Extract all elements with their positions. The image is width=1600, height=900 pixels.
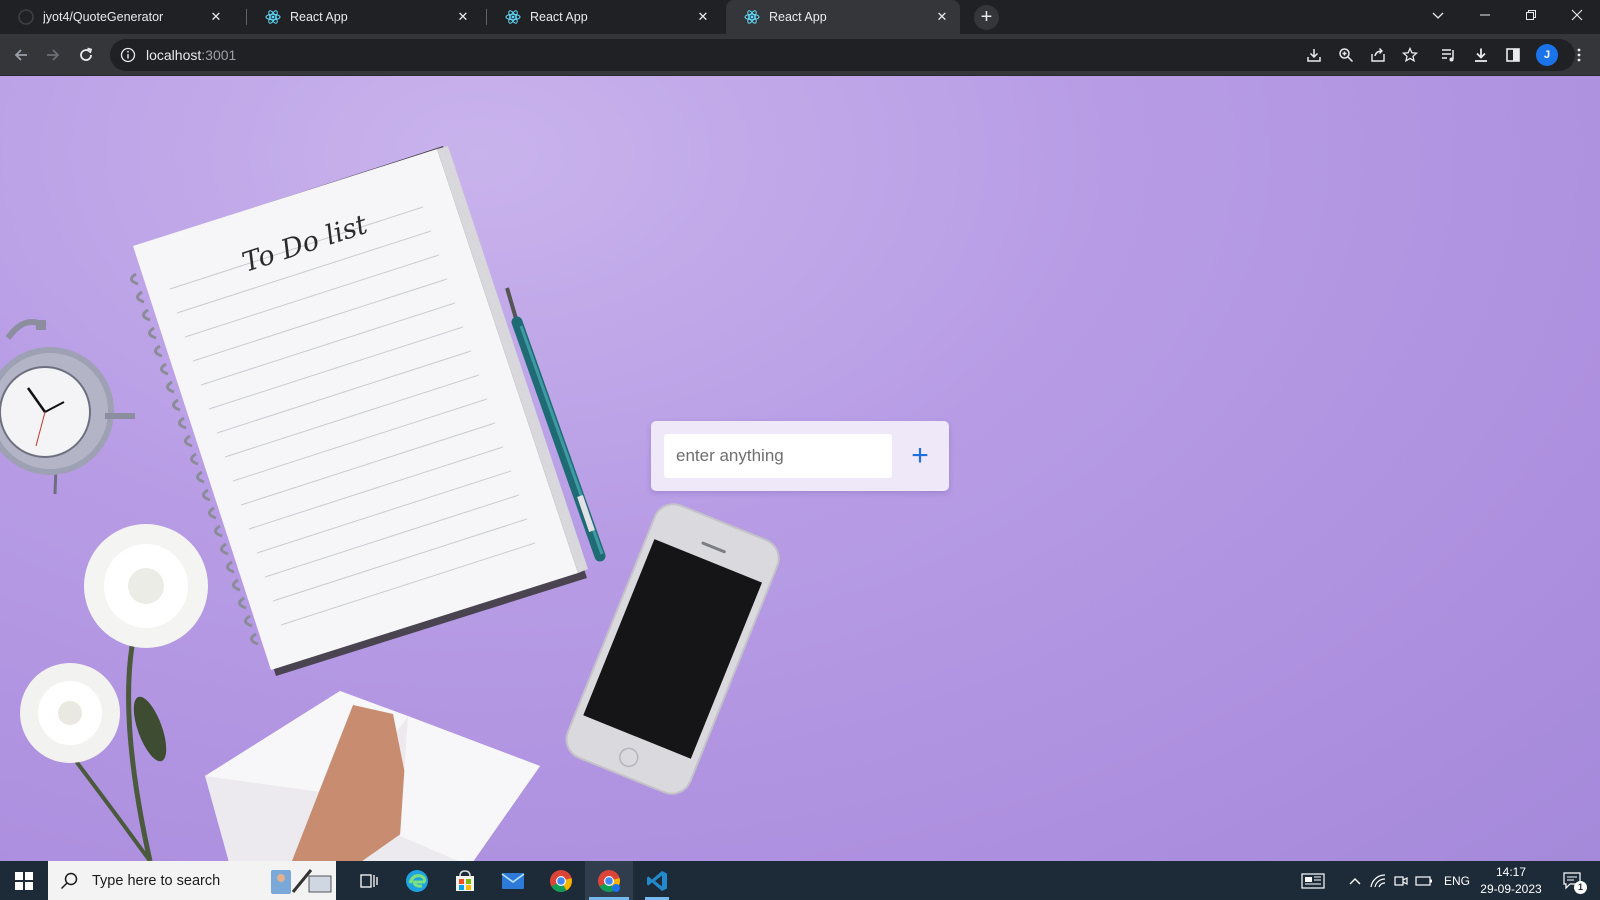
tab-github[interactable]: jyot4/QuoteGenerator ✕ <box>0 0 234 34</box>
info-icon[interactable] <box>120 47 136 63</box>
chevron-down-icon <box>1432 12 1444 19</box>
battery-icon <box>1415 875 1432 886</box>
taskbar-edge[interactable] <box>393 861 441 900</box>
taskbar-vscode[interactable] <box>633 861 681 900</box>
search-icon <box>60 872 78 889</box>
reload-button[interactable] <box>73 42 99 68</box>
tab-react-app-2[interactable]: React App ✕ <box>487 0 721 34</box>
back-button[interactable] <box>8 42 34 68</box>
tab-title: jyot4/QuoteGenerator <box>43 10 164 24</box>
meet-now-button[interactable] <box>1391 861 1411 900</box>
tab-title: React App <box>290 10 348 24</box>
url-port: :3001 <box>201 47 237 63</box>
task-view-icon <box>360 873 378 888</box>
close-icon <box>1571 9 1583 21</box>
restore-icon <box>1526 10 1536 20</box>
todo-input-card: + <box>651 421 949 491</box>
arrow-right-icon <box>47 49 60 61</box>
bookmark-button[interactable] <box>1397 42 1423 68</box>
taskbar-chrome-profile-active[interactable] <box>585 861 633 900</box>
search-highlight-illustration <box>271 869 332 894</box>
windows-logo-icon <box>15 871 33 890</box>
downloads-button[interactable] <box>1468 42 1494 68</box>
tab-react-app-active[interactable]: React App ✕ <box>726 0 960 34</box>
edge-icon <box>406 869 428 892</box>
show-hidden-icons-button[interactable] <box>1345 861 1365 900</box>
tab-react-app-1[interactable]: React App ✕ <box>247 0 481 34</box>
taskbar-store[interactable] <box>441 861 489 900</box>
url-text: localhost:3001 <box>146 47 236 63</box>
clock-date: 29-09-2023 <box>1480 882 1542 896</box>
mail-icon <box>501 872 525 889</box>
media-controls-button[interactable] <box>1436 42 1462 68</box>
network-button[interactable] <box>1368 861 1388 900</box>
chevron-up-icon <box>1349 877 1361 884</box>
side-panel-icon <box>1506 48 1520 62</box>
start-button[interactable] <box>0 861 48 900</box>
close-window-button[interactable] <box>1557 0 1597 30</box>
chrome-icon <box>550 869 572 892</box>
install-icon <box>1307 49 1321 62</box>
alarm-clock-image <box>0 319 135 495</box>
vscode-icon <box>647 870 667 891</box>
taskbar-mail[interactable] <box>489 861 537 900</box>
close-icon[interactable]: ✕ <box>208 9 224 25</box>
react-icon <box>265 10 281 24</box>
taskbar-search[interactable]: Type here to search <box>48 861 336 900</box>
search-placeholder: Type here to search <box>92 872 221 889</box>
windows-taskbar: Type here to search ENG 14:17 29-09-2023… <box>0 861 1600 900</box>
menu-button[interactable] <box>1566 42 1592 68</box>
download-icon <box>1475 48 1487 62</box>
tab-search-button[interactable] <box>1418 0 1458 30</box>
minimize-icon <box>1480 14 1490 16</box>
share-button[interactable] <box>1365 42 1391 68</box>
news-widget-button[interactable] <box>1296 861 1330 900</box>
add-todo-button[interactable]: + <box>901 437 939 475</box>
taskbar-clock[interactable]: 14:17 29-09-2023 <box>1480 864 1542 898</box>
install-app-button[interactable] <box>1301 42 1327 68</box>
side-panel-button[interactable] <box>1500 42 1526 68</box>
browser-tab-strip: jyot4/QuoteGenerator ✕ React App ✕ React… <box>0 0 1600 34</box>
task-view-button[interactable] <box>345 861 393 900</box>
star-icon <box>1402 47 1418 63</box>
notification-count-badge: 1 <box>1574 881 1587 894</box>
page-viewport: To Do list enter anything + <box>0 76 1600 861</box>
close-icon[interactable]: ✕ <box>934 9 950 25</box>
kebab-menu-icon <box>1577 48 1581 62</box>
todo-text-input[interactable] <box>664 434 892 478</box>
tab-title: React App <box>530 10 588 24</box>
restore-button[interactable] <box>1511 0 1551 30</box>
wifi-icon <box>1370 873 1386 887</box>
battery-button[interactable] <box>1413 861 1435 900</box>
close-icon[interactable]: ✕ <box>695 9 711 25</box>
notification-center-button[interactable]: 1 <box>1556 861 1590 900</box>
news-icon <box>1301 872 1325 889</box>
clock-time: 14:17 <box>1495 865 1527 879</box>
close-icon[interactable]: ✕ <box>455 9 471 25</box>
forward-button[interactable] <box>40 42 66 68</box>
arrow-left-icon <box>14 49 27 61</box>
url-host: localhost <box>146 47 202 63</box>
github-icon <box>18 9 34 25</box>
new-tab-button[interactable]: + <box>974 5 999 30</box>
reload-icon <box>80 47 93 61</box>
share-icon <box>1371 48 1385 62</box>
browser-toolbar: localhost:3001 J <box>0 34 1600 76</box>
taskbar-chrome[interactable] <box>537 861 585 900</box>
input-language[interactable]: ENG <box>1440 861 1474 900</box>
tab-title: React App <box>769 10 827 24</box>
store-icon <box>456 869 474 891</box>
profile-avatar[interactable]: J <box>1536 44 1558 66</box>
chrome-icon <box>598 869 620 892</box>
envelope-image <box>205 691 540 861</box>
react-icon <box>505 10 521 24</box>
camera-icon <box>1394 875 1408 886</box>
zoom-button[interactable] <box>1333 42 1359 68</box>
playlist-icon <box>1442 49 1454 62</box>
minimize-button[interactable] <box>1465 0 1505 30</box>
zoom-icon <box>1339 48 1354 63</box>
react-icon <box>744 10 760 24</box>
flowers-image <box>20 524 208 861</box>
